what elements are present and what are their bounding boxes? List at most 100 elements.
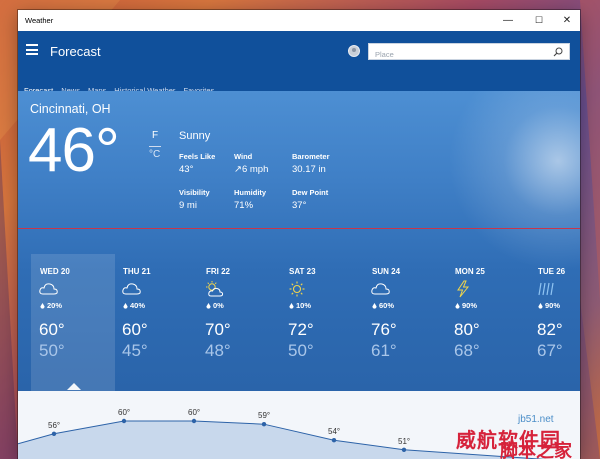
forecast-day[interactable]: SAT 23 10% 72° 50° — [280, 254, 364, 391]
minimize-button[interactable]: — — [493, 10, 523, 31]
stat-visibility: Visibility 9 mi — [179, 188, 210, 211]
sun-glow — [448, 91, 580, 271]
title-bar: Weather — ☐ ✕ — [18, 10, 580, 31]
app-header: Forecast Forecast News Maps Historical W… — [18, 31, 580, 95]
precip-value: 0% — [213, 301, 224, 310]
chart-point-label: 59° — [258, 411, 270, 420]
precip-value: 90% — [462, 301, 478, 310]
chart-point-label: 60° — [188, 408, 200, 417]
low-temp: 45° — [122, 341, 148, 360]
stat-value: 37° — [292, 200, 307, 211]
stat-value: 9 mi — [179, 200, 197, 211]
weather-window: Weather — ☐ ✕ Forecast Forecast News Map… — [18, 10, 580, 459]
raindrop-icon — [206, 303, 211, 309]
current-conditions-panel: Cincinnati, OH 46° F °C Sunny Feels Like… — [18, 91, 580, 391]
stat-barometer: Barometer 30.17 in — [292, 152, 330, 175]
chart-point-label: 54° — [328, 427, 340, 436]
precip-chance: 40% — [123, 301, 145, 310]
stat-label: Wind — [234, 152, 253, 161]
high-temp: 72° — [288, 320, 314, 339]
stat-label: Feels Like — [179, 152, 216, 161]
raindrop-icon — [372, 303, 377, 309]
raindrop-icon — [289, 303, 294, 309]
high-temp: 60° — [39, 320, 65, 339]
raindrop-icon — [123, 303, 128, 309]
sunny-icon — [289, 281, 305, 297]
daily-forecast-strip: WED 20 20% 60° 50° THU 21 40% 60° 45° FR… — [18, 254, 580, 391]
stat-wind: Wind ↗6 mph — [234, 152, 268, 175]
page-title: Forecast — [50, 44, 101, 59]
avatar[interactable] — [348, 45, 360, 57]
condition-text: Sunny — [179, 130, 211, 142]
chart-point — [331, 438, 337, 443]
chart-point — [191, 418, 197, 424]
forecast-day[interactable]: THU 21 40% 60° 45° — [114, 254, 198, 391]
raindrop-icon — [455, 303, 460, 309]
stat-label: Humidity — [234, 188, 267, 197]
hamburger-menu-icon[interactable] — [26, 44, 38, 56]
stat-value: ↗6 mph — [234, 164, 269, 175]
low-temp: 67° — [537, 341, 563, 360]
chart-point-label: 56° — [48, 421, 60, 430]
low-temp: 68° — [454, 341, 480, 360]
precip-value: 90% — [545, 301, 561, 310]
stat-value: 30.17 in — [292, 164, 326, 175]
divider-line — [18, 228, 580, 229]
precip-value: 60% — [379, 301, 395, 310]
selected-day-caret — [67, 383, 81, 390]
unit-fahrenheit-toggle[interactable]: F — [152, 130, 158, 141]
day-name: FRI 22 — [206, 267, 231, 276]
forecast-day[interactable]: TUE 26 90% 82° 67° — [529, 254, 580, 391]
unit-celsius-toggle[interactable]: °C — [149, 149, 160, 160]
low-temp: 61° — [371, 341, 397, 360]
day-name: TUE 26 — [538, 267, 566, 276]
day-name: WED 20 — [40, 267, 70, 276]
day-name: MON 25 — [455, 267, 485, 276]
precip-value: 40% — [130, 301, 146, 310]
precip-value: 10% — [296, 301, 312, 310]
forecast-day[interactable]: FRI 22 0% 70° 48° — [197, 254, 281, 391]
chart-point — [51, 431, 57, 436]
raindrop-icon — [40, 303, 45, 309]
raindrop-icon — [538, 303, 543, 309]
search-icon[interactable] — [553, 47, 563, 57]
precip-chance: 20% — [40, 301, 62, 310]
high-temp: 80° — [454, 320, 480, 339]
location-name: Cincinnati, OH — [30, 102, 111, 116]
chart-point-label: 60° — [118, 408, 130, 417]
low-temp: 48° — [205, 341, 231, 360]
watermark-text-2: 脚本之家 — [500, 441, 572, 459]
precip-chance: 60% — [372, 301, 394, 310]
chart-point — [121, 418, 127, 424]
cloudy-icon — [122, 283, 141, 295]
chart-point-label: 51° — [398, 437, 410, 446]
forecast-day[interactable]: SUN 24 60% 76° 61° — [363, 254, 447, 391]
close-button[interactable]: ✕ — [552, 10, 580, 31]
maximize-button[interactable]: ☐ — [524, 10, 554, 31]
chart-point — [401, 447, 407, 452]
rain-icon — [538, 282, 554, 296]
stat-feels-like: Feels Like 43° — [179, 152, 215, 175]
stat-label: Barometer — [292, 152, 330, 161]
forecast-day[interactable]: WED 20 20% 60° 50° — [31, 254, 115, 391]
thunderstorm-icon — [457, 280, 470, 298]
forecast-day[interactable]: MON 25 90% 80° 68° — [446, 254, 530, 391]
search-box[interactable] — [368, 43, 570, 62]
cloudy-icon — [39, 283, 58, 295]
precip-value: 20% — [47, 301, 63, 310]
high-temp: 76° — [371, 320, 397, 339]
stat-label: Dew Point — [292, 188, 329, 197]
stat-value: 43° — [179, 164, 194, 175]
high-temp: 82° — [537, 320, 563, 339]
low-temp: 50° — [288, 341, 314, 360]
day-name: SAT 23 — [289, 267, 316, 276]
day-name: SUN 24 — [372, 267, 401, 276]
cloudy-icon — [371, 283, 390, 295]
precip-chance: 0% — [206, 301, 224, 310]
chart-point — [261, 422, 267, 427]
search-input[interactable] — [375, 47, 545, 62]
high-temp: 70° — [205, 320, 231, 339]
precip-chance: 90% — [455, 301, 477, 310]
high-temp: 60° — [122, 320, 148, 339]
day-name: THU 21 — [123, 267, 151, 276]
